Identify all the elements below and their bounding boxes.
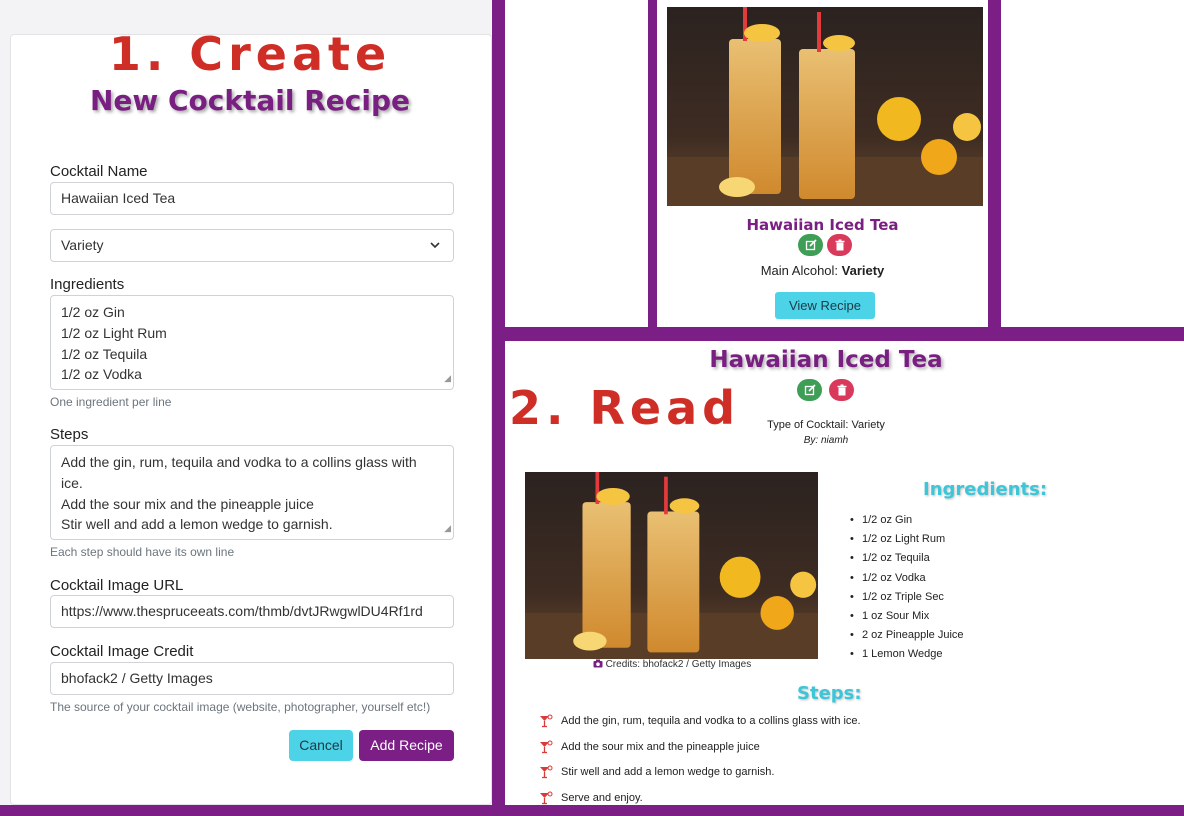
image-url-input[interactable]: https://www.thespruceeats.com/thmb/dvtJR… [50, 595, 454, 628]
read-cocktail-title: Hawaiian Iced Tea [709, 347, 943, 373]
main-alcohol-label: Main Alcohol: [760, 263, 842, 278]
edit-icon [805, 239, 817, 251]
steps-label: Steps [50, 426, 89, 443]
ingredients-label: Ingredients [50, 276, 125, 293]
steps-textarea[interactable]: Add the gin, rum, tequila and vodka to a… [50, 445, 454, 540]
resize-grip-icon[interactable]: ◢ [444, 518, 451, 539]
create-subheading: New Cocktail Recipe [89, 84, 411, 117]
steps-line: Add the gin, rum, tequila and vodka to a… [61, 454, 417, 470]
read-edit-button[interactable] [797, 379, 822, 401]
ingredients-line: 1/2 oz Gin [61, 304, 125, 320]
card-edit-button[interactable] [798, 234, 823, 256]
image-credits-text: Credits: bhofack2 / Getty Images [605, 659, 752, 670]
ingredient-item: 1/2 oz Light Rum [850, 530, 964, 549]
image-credit-help: The source of your cocktail image (websi… [50, 700, 431, 714]
add-recipe-button[interactable]: Add Recipe [359, 730, 454, 761]
image-credits: Credits: bhofack2 / Getty Images [525, 659, 819, 670]
create-heading: 1. Create [108, 27, 392, 81]
cocktail-name-label: Cocktail Name [50, 163, 148, 180]
cocktail-name-input[interactable]: Hawaiian Iced Tea [50, 182, 454, 215]
steps-line: Add the sour mix and the pineapple juice [61, 495, 314, 512]
card-main-alcohol: Main Alcohol: Variety [657, 263, 988, 278]
steps-line: Stir well and add a lemon wedge to garni… [61, 516, 333, 533]
ingredients-heading: Ingredients: [923, 479, 1048, 500]
ingredients-line: 1/2 oz Vodka [61, 366, 142, 383]
author-line: By: niamh [803, 435, 849, 446]
step-text: Add the sour mix and the pineapple juice [561, 741, 760, 753]
cancel-button[interactable]: Cancel [289, 730, 353, 761]
step-item: Serve and enjoy. [539, 790, 643, 805]
ingredients-line: 1/2 oz Tequila [61, 345, 148, 362]
card-delete-button[interactable] [827, 234, 852, 256]
trash-icon [837, 384, 846, 396]
ingredient-item: 1 oz Sour Mix [850, 607, 964, 626]
read-delete-button[interactable] [829, 379, 854, 401]
image-url-label: Cocktail Image URL [50, 577, 184, 594]
chevron-down-icon [429, 230, 441, 261]
ingredient-item: 1/2 oz Vodka [850, 569, 964, 588]
read-cocktail-image [525, 472, 818, 659]
ingredients-list: 1/2 oz Gin 1/2 oz Light Rum 1/2 oz Tequi… [850, 511, 964, 665]
steps-help: Each step should have its own line [50, 545, 235, 559]
steps-heading: Steps: [797, 683, 862, 704]
view-recipe-button[interactable]: View Recipe [775, 292, 875, 319]
trash-icon [835, 239, 844, 251]
steps-line: ice. [61, 474, 83, 491]
background-panel [505, 0, 648, 327]
ingredient-item: 1 Lemon Wedge [850, 645, 964, 664]
background-panel [1001, 0, 1184, 327]
variety-select[interactable]: Variety [50, 229, 454, 262]
cocktail-glass-icon [540, 791, 553, 805]
ingredient-item: 1/2 oz Tequila [850, 549, 964, 568]
step-text: Serve and enjoy. [561, 792, 643, 804]
cocktail-glass-icon [540, 714, 553, 728]
cocktail-type: Type of Cocktail: Variety [767, 419, 885, 431]
cocktail-glass-icon [540, 765, 553, 779]
resize-grip-icon[interactable]: ◢ [444, 368, 451, 389]
step-item: Add the gin, rum, tequila and vodka to a… [539, 713, 861, 729]
edit-icon [804, 384, 816, 396]
ingredient-item: 2 oz Pineapple Juice [850, 626, 964, 645]
step-item: Stir well and add a lemon wedge to garni… [539, 764, 774, 780]
step-text: Stir well and add a lemon wedge to garni… [561, 766, 775, 778]
image-credit-label: Cocktail Image Credit [50, 643, 194, 660]
camera-icon [593, 659, 603, 668]
step-item: Add the sour mix and the pineapple juice [539, 739, 760, 755]
card-cocktail-title: Hawaiian Iced Tea [746, 216, 899, 234]
ingredient-item: 1/2 oz Triple Sec [850, 588, 964, 607]
create-panel: 1. Create New Cocktail Recipe Cocktail N… [0, 0, 492, 805]
ingredients-help: One ingredient per line [50, 395, 172, 409]
read-panel: Hawaiian Iced Tea 2. Read Type of Cockta… [505, 341, 1184, 805]
step-text: Add the gin, rum, tequila and vodka to a… [561, 715, 861, 727]
cocktail-glass-icon [540, 740, 553, 754]
image-credit-input[interactable]: bhofack2 / Getty Images [50, 662, 454, 695]
screenshot-root: 1. Create New Cocktail Recipe Cocktail N… [0, 0, 1184, 816]
ingredients-line: 1/2 oz Light Rum [61, 324, 167, 341]
ingredients-textarea[interactable]: 1/2 oz Gin 1/2 oz Light Rum 1/2 oz Tequi… [50, 295, 454, 390]
variety-select-value: Variety [61, 237, 104, 253]
cocktail-image [667, 7, 983, 206]
main-alcohol-value: Variety [841, 263, 885, 278]
ingredient-item: 1/2 oz Gin [850, 511, 964, 530]
